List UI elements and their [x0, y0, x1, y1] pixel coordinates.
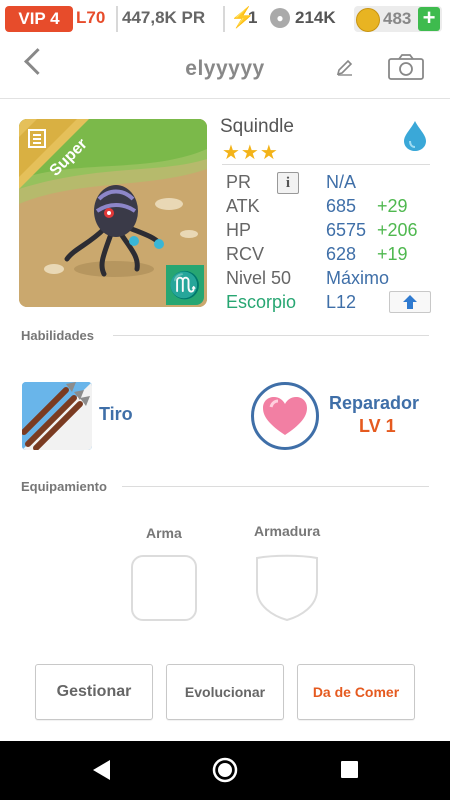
- stat-label-hp: HP: [226, 220, 252, 240]
- monster-name: Squindle: [220, 116, 294, 137]
- info-icon[interactable]: i: [277, 172, 299, 194]
- add-coins-button[interactable]: +: [418, 7, 440, 31]
- feed-button[interactable]: Da de Comer: [297, 664, 415, 720]
- nav-recents-icon[interactable]: [341, 761, 358, 778]
- heart-icon: [263, 397, 307, 435]
- coin-icon: [356, 8, 380, 32]
- coin-count: 483: [383, 9, 412, 28]
- star-rating: ★★★: [222, 142, 279, 164]
- edit-pencil-icon[interactable]: [336, 58, 354, 76]
- skill-name-reparador[interactable]: Reparador: [329, 393, 419, 414]
- paw-count: 214K: [295, 8, 336, 27]
- camera-icon[interactable]: [388, 54, 424, 80]
- abilities-heading: Habilidades: [21, 328, 94, 343]
- zodiac-label: Escorpio: [226, 292, 297, 312]
- stat-value-pr: N/A: [326, 172, 357, 192]
- zodiac-corner: ♏: [166, 265, 204, 305]
- up-arrow-icon: [403, 295, 417, 309]
- divider: [222, 164, 430, 165]
- stat-label-pr: PR: [226, 172, 252, 192]
- zodiac-level: L12: [326, 292, 357, 312]
- armor-slot[interactable]: [253, 552, 321, 622]
- nav-home-icon[interactable]: [211, 756, 239, 784]
- evolve-button[interactable]: Evolucionar: [166, 664, 284, 720]
- monster-list-icon: [28, 129, 46, 148]
- skill-level: LV 1: [359, 416, 396, 436]
- stat-label-rcv: RCV: [226, 244, 265, 264]
- water-drop-icon: [404, 121, 426, 151]
- weapon-slot[interactable]: [131, 555, 197, 621]
- tiro-skill-icon[interactable]: [22, 382, 92, 450]
- status-divider: [223, 6, 225, 32]
- vip-badge[interactable]: VIP 4: [5, 6, 73, 32]
- skill-name-tiro[interactable]: Tiro: [99, 404, 133, 425]
- status-divider: [116, 6, 118, 32]
- section-divider: [113, 335, 429, 336]
- arrows-icon: [22, 382, 92, 450]
- manage-button[interactable]: Gestionar: [35, 664, 153, 720]
- player-level: L70: [76, 8, 106, 27]
- stat-value-atk: 685: [326, 196, 357, 216]
- armor-label: Armadura: [254, 523, 321, 539]
- stat-value-rcv: 628: [326, 244, 357, 264]
- energy-count: 1: [248, 8, 258, 27]
- weapon-label: Arma: [146, 525, 182, 541]
- stat-bonus-atk: +29: [377, 196, 408, 216]
- power-rating: 447,8K PR: [122, 8, 206, 27]
- page-title: elyyyyy: [185, 57, 265, 80]
- reparador-skill-icon[interactable]: [251, 382, 319, 450]
- zodiac-upgrade-button[interactable]: [389, 291, 431, 313]
- section-divider: [122, 486, 429, 487]
- equipment-heading: Equipamiento: [21, 479, 107, 494]
- stat-bonus-rcv: +19: [377, 244, 408, 264]
- nav-back-icon[interactable]: [90, 758, 112, 782]
- paw-icon: ●: [270, 8, 290, 28]
- stat-value-hp: 6575: [326, 220, 367, 240]
- stat-bonus-hp: +206: [377, 220, 418, 240]
- stat-label-level: Nivel 50: [226, 268, 292, 288]
- scorpio-icon: ♏: [168, 270, 202, 300]
- stat-label-atk: ATK: [226, 196, 260, 216]
- stat-value-level: Máximo: [326, 268, 390, 288]
